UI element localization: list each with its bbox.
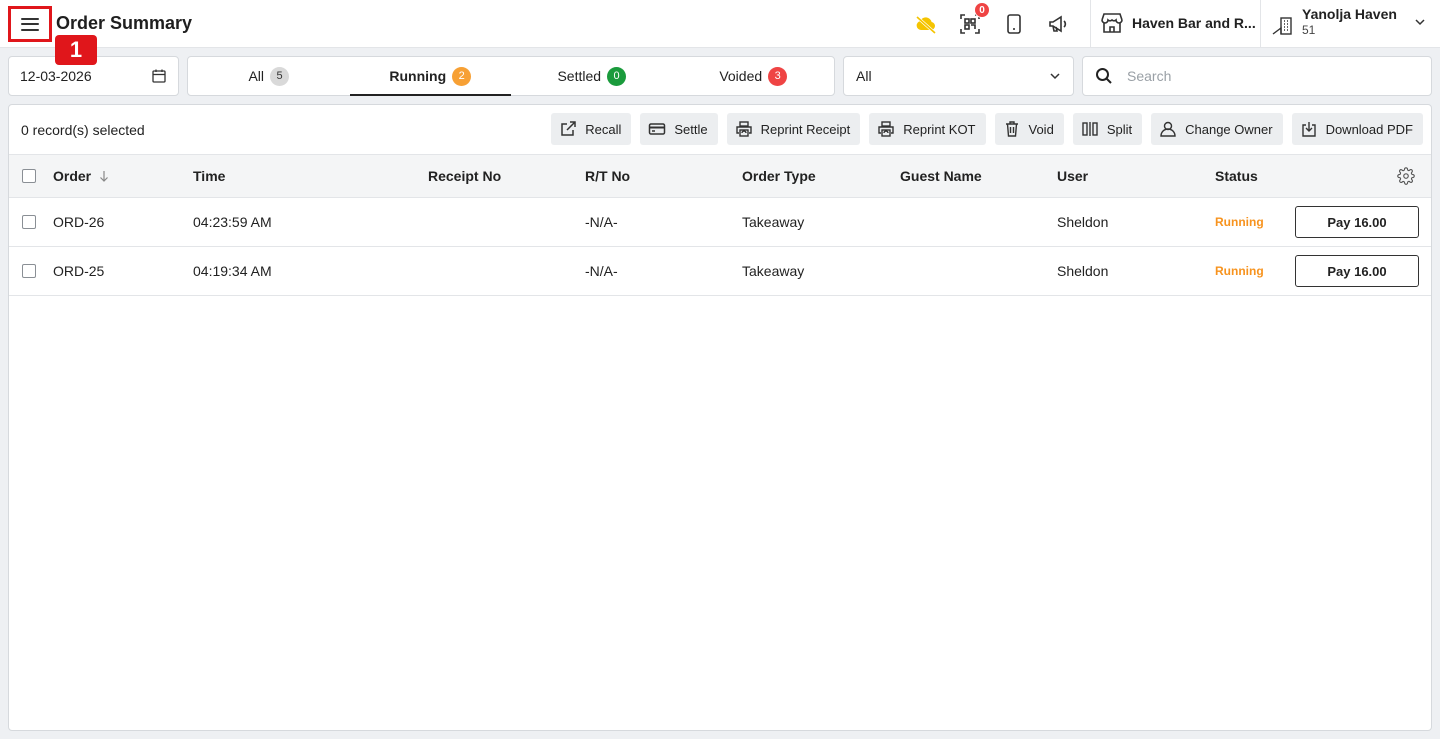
- selected-count-text: 0 record(s) selected: [21, 122, 145, 138]
- button-label: Recall: [585, 121, 622, 137]
- cell-order-type: Takeaway: [742, 263, 805, 279]
- cloud-offline-icon[interactable]: [914, 12, 938, 36]
- tablet-icon[interactable]: [1002, 12, 1026, 36]
- search-box: [1082, 56, 1432, 96]
- status-badge: Running: [1215, 215, 1264, 229]
- cell-rt-no: -N/A-: [585, 214, 618, 230]
- orders-panel: 0 record(s) selected Recall Settle Repri…: [8, 104, 1432, 731]
- chevron-down-icon[interactable]: [1414, 16, 1426, 28]
- button-label: Change Owner: [1185, 121, 1273, 137]
- outlet-switcher[interactable]: Haven Bar and R...: [1100, 12, 1256, 34]
- pay-button[interactable]: Pay 16.00: [1295, 255, 1419, 287]
- settle-button[interactable]: Settle: [640, 113, 718, 145]
- row-checkbox[interactable]: [22, 264, 36, 278]
- row-checkbox[interactable]: [22, 215, 36, 229]
- property-name: Yanolja Haven: [1302, 6, 1397, 22]
- reprint-kot-button[interactable]: Reprint KOT: [869, 113, 986, 145]
- select-value: All: [856, 68, 872, 84]
- tab-label: Running: [389, 68, 447, 84]
- order-type-select[interactable]: All: [843, 56, 1074, 96]
- date-value: 12-03-2026: [20, 68, 92, 84]
- store-icon: [1101, 13, 1123, 33]
- action-toolbar: 0 record(s) selected Recall Settle Repri…: [9, 105, 1431, 155]
- page-title: Order Summary: [56, 13, 193, 33]
- table-row[interactable]: ORD-25 04:19:34 AM -N/A- Takeaway Sheldo…: [9, 247, 1431, 296]
- sort-arrow-down-icon: [100, 171, 109, 182]
- column-header-order[interactable]: Order: [53, 168, 111, 184]
- recall-button[interactable]: Recall: [551, 113, 632, 145]
- tab-count-badge: 3: [768, 66, 788, 86]
- external-link-icon: [561, 121, 577, 136]
- table-row[interactable]: ORD-26 04:23:59 AM -N/A- Takeaway Sheldo…: [9, 198, 1431, 247]
- column-header-receipt-no: Receipt No: [428, 168, 502, 184]
- table-header: Order Time Receipt No R/T No Order Type …: [9, 154, 1431, 198]
- tab-running[interactable]: Running 2: [349, 57, 512, 96]
- menu-icon: [21, 17, 39, 31]
- status-tabs: All 5 Running 2 Settled 0 Voided 3: [187, 56, 835, 96]
- tab-label: Settled: [557, 68, 602, 84]
- reprint-receipt-button[interactable]: Reprint Receipt: [726, 113, 861, 145]
- button-label: Void: [1028, 121, 1054, 137]
- button-label: Reprint Receipt: [760, 121, 851, 137]
- button-label: Reprint KOT: [903, 121, 976, 137]
- header-divider: [1090, 0, 1091, 48]
- trash-icon: [1005, 121, 1018, 137]
- cell-order-type: Takeaway: [742, 214, 805, 230]
- cell-order: ORD-25: [53, 263, 105, 279]
- column-header-rt-no: R/T No: [585, 168, 631, 184]
- header-divider: [1260, 0, 1261, 48]
- cell-user: Sheldon: [1057, 263, 1109, 279]
- column-header-user: User: [1057, 168, 1089, 184]
- gear-icon[interactable]: [1397, 167, 1415, 185]
- cell-time: 04:23:59 AM: [193, 214, 272, 230]
- annotation-marker: 1: [55, 35, 97, 65]
- card-icon: [649, 123, 666, 135]
- change-owner-button[interactable]: Change Owner: [1151, 113, 1283, 145]
- search-input[interactable]: [1127, 68, 1407, 84]
- tab-voided[interactable]: Voided 3: [673, 57, 835, 95]
- calendar-icon[interactable]: [151, 68, 167, 84]
- tab-label: All: [248, 68, 265, 84]
- split-button[interactable]: Split: [1072, 113, 1143, 145]
- button-label: Split: [1106, 121, 1133, 137]
- user-icon: [1160, 121, 1176, 137]
- printer-refresh-icon: [878, 121, 894, 137]
- megaphone-icon[interactable]: [1046, 12, 1070, 36]
- select-all-checkbox[interactable]: [22, 169, 36, 183]
- property-code: 51: [1302, 23, 1316, 37]
- tab-count-badge: 5: [270, 66, 290, 86]
- property-switcher[interactable]: Yanolja Haven 51: [1272, 6, 1397, 38]
- button-label: Settle: [674, 121, 708, 137]
- column-header-guest-name: Guest Name: [900, 168, 982, 184]
- qr-scan-icon[interactable]: 0: [958, 2, 990, 36]
- top-header: Order Summary 0 Haven Bar and R... Yanol…: [0, 0, 1440, 48]
- cell-user: Sheldon: [1057, 214, 1109, 230]
- building-icon: [1272, 17, 1292, 35]
- void-button[interactable]: Void: [994, 113, 1064, 145]
- download-pdf-button[interactable]: Download PDF: [1291, 113, 1423, 145]
- tab-label: Voided: [719, 68, 763, 84]
- button-label: Download PDF: [1325, 121, 1413, 137]
- status-badge: Running: [1215, 264, 1264, 278]
- tab-settled[interactable]: Settled 0: [511, 57, 673, 95]
- notification-count-badge: 0: [974, 2, 990, 18]
- column-label: Order: [53, 168, 92, 184]
- search-icon: [1096, 68, 1112, 84]
- pay-button[interactable]: Pay 16.00: [1295, 206, 1419, 238]
- tab-count-badge: 0: [607, 66, 627, 86]
- tab-count-badge: 2: [452, 66, 472, 86]
- split-columns-icon: [1082, 122, 1098, 136]
- cell-order: ORD-26: [53, 214, 105, 230]
- cell-rt-no: -N/A-: [585, 263, 618, 279]
- printer-refresh-icon: [735, 121, 752, 137]
- column-header-status: Status: [1215, 168, 1258, 184]
- column-header-time: Time: [193, 168, 226, 184]
- column-header-order-type: Order Type: [742, 168, 816, 184]
- download-icon: [1301, 122, 1316, 137]
- tab-all[interactable]: All 5: [188, 57, 350, 95]
- cell-time: 04:19:34 AM: [193, 263, 272, 279]
- outlet-name: Haven Bar and R...: [1132, 15, 1256, 31]
- chevron-down-icon: [1050, 73, 1060, 80]
- hamburger-menu-button[interactable]: [8, 6, 52, 42]
